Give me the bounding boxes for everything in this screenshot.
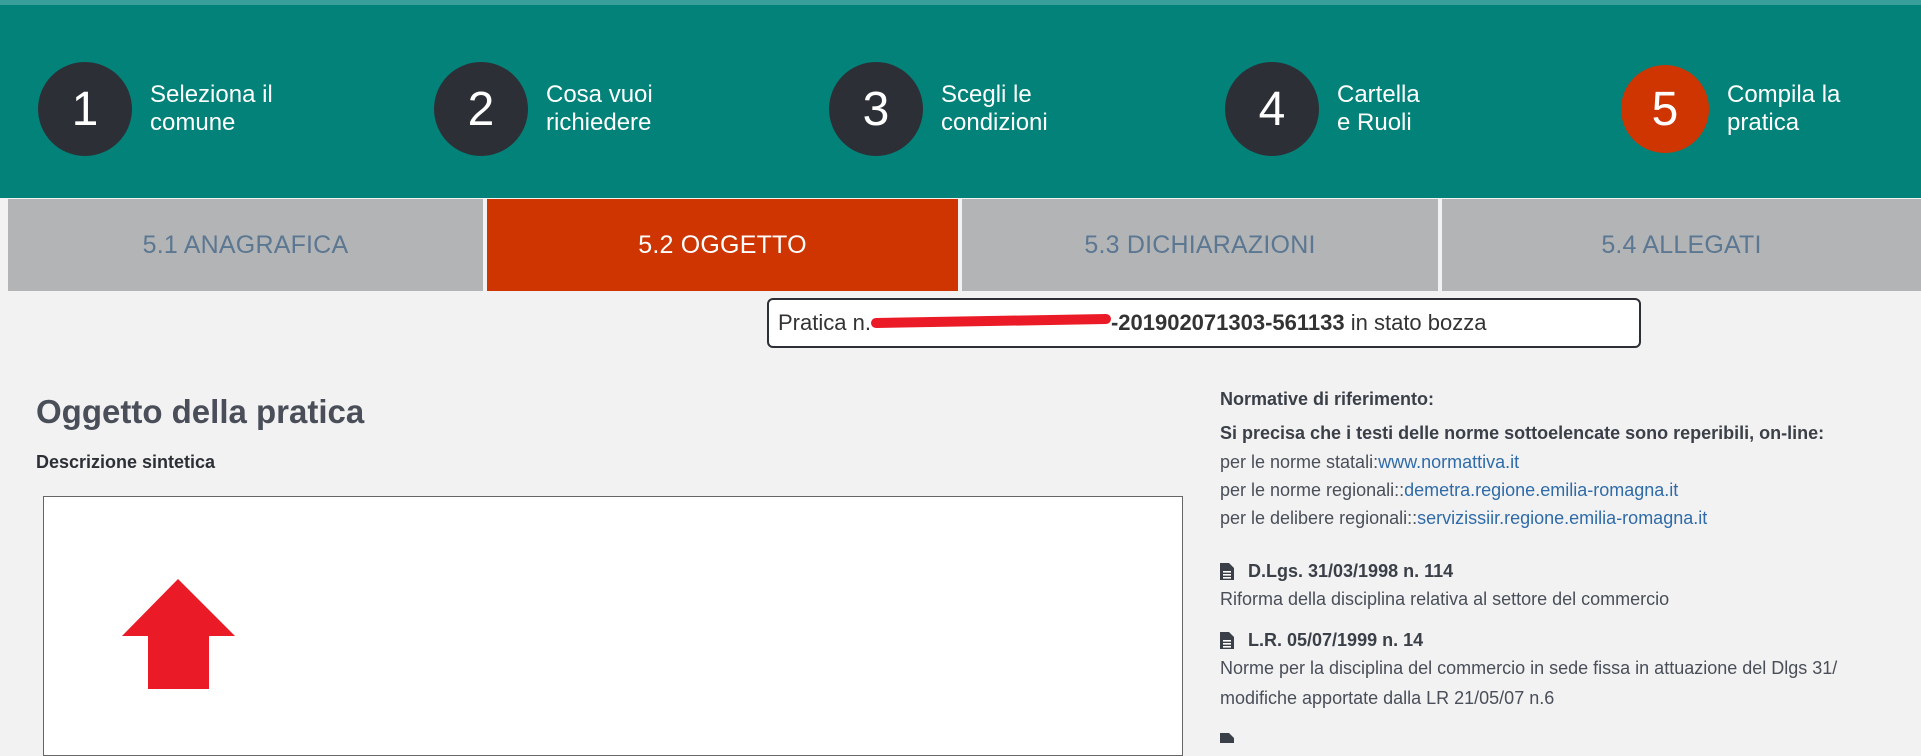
servizissiir-link[interactable]: servizissiir.regione.emilia-romagna.it (1417, 508, 1707, 528)
step-label-line: Cartella (1337, 81, 1420, 108)
step-label: Compila la pratica (1727, 81, 1907, 137)
tab-allegati[interactable]: 5.4 ALLEGATI (1438, 199, 1921, 291)
source-prefix: per le norme statali: (1220, 452, 1379, 472)
law-item: D.Lgs. 31/03/1998 n. 114 Riforma della d… (1220, 558, 1921, 614)
step-label: Cosa vuoi richiedere (546, 81, 726, 137)
step-label: Cartella e Ruoli (1337, 81, 1517, 137)
law-item-partial (1220, 733, 1248, 743)
step-label-line: comune (150, 109, 236, 136)
step-label-line: e Ruoli (1337, 109, 1412, 136)
step-4[interactable]: 4 Cartella e Ruoli (1225, 62, 1517, 156)
tab-oggetto[interactable]: 5.2 OGGETTO (483, 199, 958, 291)
normative-heading: Normative di riferimento: (1220, 389, 1435, 409)
step-label: Seleziona il comune (150, 81, 330, 137)
step-5[interactable]: 5 Compila la pratica (1621, 62, 1907, 156)
step-label-line: Compila la (1727, 81, 1841, 108)
step-label-line: Cosa vuoi (546, 81, 653, 108)
practice-status-box: Pratica n. -201902071303-561133 in stato … (767, 298, 1641, 348)
document-icon (1220, 631, 1234, 649)
step-number: 2 (434, 62, 528, 156)
description-label: Descrizione sintetica (36, 452, 216, 472)
step-1[interactable]: 1 Seleziona il comune (38, 62, 330, 156)
source-prefix: per le norme regionali:: (1220, 480, 1405, 500)
step-label-line: Seleziona il (150, 81, 273, 108)
redaction-mark (871, 312, 1111, 332)
page-title: Oggetto della pratica (36, 393, 365, 430)
step-2[interactable]: 2 Cosa vuoi richiedere (434, 62, 726, 156)
step-number: 3 (829, 62, 923, 156)
step-3[interactable]: 3 Scegli le condizioni (829, 62, 1121, 156)
source-line-delibere: per le delibere regionali::servizissiir.… (1220, 504, 1921, 532)
law-title-row[interactable]: L.R. 05/07/1999 n. 14 (1220, 627, 1921, 653)
demetra-link[interactable]: demetra.regione.emilia-romagna.it (1404, 480, 1678, 500)
law-title: D.Lgs. 31/03/1998 n. 114 (1248, 561, 1454, 581)
step-label-line: condizioni (941, 109, 1048, 136)
step-label-line: pratica (1727, 109, 1800, 136)
step-number: 1 (38, 62, 132, 156)
step-number: 4 (1225, 62, 1319, 156)
normative-intro: Si precisa che i testi delle norme sotto… (1220, 423, 1825, 443)
document-icon (1220, 733, 1234, 743)
law-description: modifiche apportate dalla LR 21/05/07 n.… (1220, 688, 1555, 708)
law-title: L.R. 05/07/1999 n. 14 (1248, 630, 1424, 650)
normative-panel: Normative di riferimento: Si precisa che… (1220, 385, 1921, 743)
up-arrow-icon (122, 579, 235, 689)
source-prefix: per le delibere regionali:: (1220, 508, 1418, 528)
source-line-regionali: per le norme regionali::demetra.regione.… (1220, 476, 1921, 504)
step-number: 5 (1621, 65, 1709, 153)
law-title-row[interactable]: D.Lgs. 31/03/1998 n. 114 (1220, 558, 1921, 584)
subtab-bar: 5.1 ANAGRAFICA 5.2 OGGETTO 5.3 DICHIARAZ… (8, 199, 1921, 291)
tab-dichiarazioni[interactable]: 5.3 DICHIARAZIONI (958, 199, 1438, 291)
law-description: Norme per la disciplina del commercio in… (1220, 658, 1838, 678)
law-item: L.R. 05/07/1999 n. 14 Norme per la disci… (1220, 627, 1921, 713)
practice-number: -201902071303-561133 (1110, 310, 1345, 335)
status-prefix: Pratica n. (778, 310, 871, 335)
normattiva-link[interactable]: www.normattiva.it (1378, 452, 1519, 472)
document-icon (1220, 562, 1234, 580)
wizard-steps-bar: 1 Seleziona il comune 2 Cosa vuoi richie… (0, 0, 1921, 198)
source-line-statali: per le norme statali:www.normattiva.it (1220, 448, 1921, 476)
step-label-line: Scegli le (941, 81, 1032, 108)
tab-anagrafica[interactable]: 5.1 ANAGRAFICA (8, 199, 483, 291)
status-suffix: in stato bozza (1344, 310, 1487, 335)
step-label: Scegli le condizioni (941, 81, 1121, 137)
law-description: Riforma della disciplina relativa al set… (1220, 589, 1670, 609)
step-label-line: richiedere (546, 109, 652, 136)
